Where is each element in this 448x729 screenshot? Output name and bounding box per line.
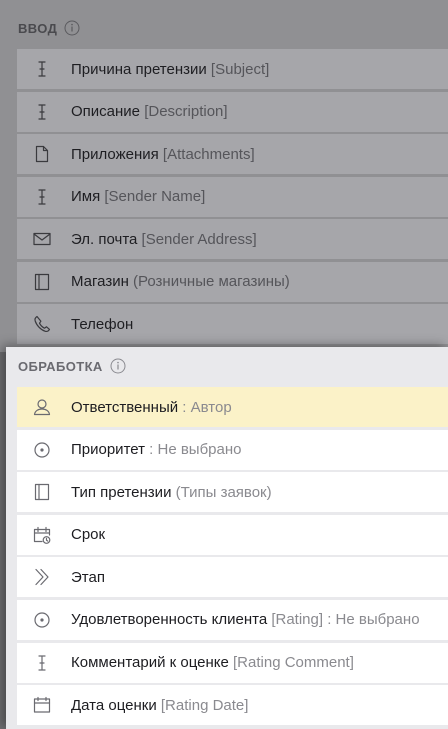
field-name: Этап [71, 568, 105, 586]
process-field-row-6[interactable]: Комментарий к оценке [Rating Comment] [17, 642, 448, 683]
field-name: Дата оценки [71, 696, 157, 714]
field-name: Ответственный [71, 398, 179, 416]
process-field-list: Ответственный : Автор Приоритет : Не выбр… [17, 387, 448, 728]
field-label: Магазин (Розничные магазины) [71, 273, 290, 290]
process-field-row-3[interactable]: Срок [17, 514, 448, 555]
user-icon [30, 395, 54, 419]
field-name: Магазин [71, 273, 129, 290]
input-field-row-1[interactable]: Описание [Description] [17, 91, 448, 132]
field-label: Описание [Description] [71, 103, 228, 120]
field-name: Описание [71, 103, 141, 120]
text-cursor-icon [30, 651, 54, 675]
field-name: Причина претензии [71, 60, 207, 78]
field-label: Приложения [Attachments] [71, 146, 255, 163]
field-detail: : Автор [178, 398, 232, 416]
text-cursor-icon [30, 57, 54, 81]
field-name: Срок [71, 526, 106, 544]
input-field-row-0[interactable]: Причина претензии [Subject] [17, 49, 448, 89]
field-label: Приоритет : Не выбрано [71, 441, 241, 458]
field-name: Комментарий к оценке [71, 654, 229, 672]
book-icon [30, 480, 54, 504]
input-field-row-5[interactable]: Магазин (Розничные магазины) [17, 261, 448, 302]
input-section-title: ВВОД [18, 20, 58, 36]
field-detail: [Description] [140, 103, 228, 120]
book-icon [30, 270, 54, 294]
process-section: ОБРАБОТКА Ответственный : Автор Приоритет… [6, 347, 448, 729]
field-detail: [Rating] : Не выбрано [267, 611, 420, 629]
process-field-row-5[interactable]: Удовлетворенность клиента [Rating] : Не … [17, 599, 448, 640]
field-label: Эл. почта [Sender Address] [71, 231, 257, 248]
envelope-icon [30, 227, 54, 251]
field-label: Дата оценки [Rating Date] [71, 697, 248, 714]
field-name: Телефон [71, 315, 134, 333]
process-field-row-2[interactable]: Тип претензии (Типы заявок) [17, 472, 448, 513]
field-detail: (Розничные магазины) [128, 273, 290, 290]
field-label: Телефон [71, 316, 133, 333]
input-field-list: Причина претензии [Subject] Описание [Des… [17, 49, 448, 347]
process-field-row-0[interactable]: Ответственный : Автор [17, 387, 448, 427]
info-icon[interactable] [110, 358, 126, 374]
chevron-right-icon [30, 565, 54, 589]
phone-icon [30, 312, 54, 336]
field-label: Тип претензии (Типы заявок) [71, 484, 272, 501]
radio-icon [30, 608, 54, 632]
field-label: Удовлетворенность клиента [Rating] : Не … [71, 611, 420, 628]
field-detail: [Attachments] [158, 145, 255, 163]
input-field-row-6[interactable]: Телефон [17, 304, 448, 344]
calendar-clock-icon [30, 523, 54, 547]
field-name: Тип претензии [71, 483, 172, 501]
process-field-row-7[interactable]: Дата оценки [Rating Date] [17, 685, 448, 726]
field-detail: [Rating Date] [156, 696, 249, 714]
process-field-row-4[interactable]: Этап [17, 557, 448, 598]
input-section-header: ВВОД [0, 0, 448, 48]
text-cursor-icon [30, 100, 54, 124]
text-cursor-icon [30, 185, 54, 209]
process-field-row-1[interactable]: Приоритет : Не выбрано [17, 429, 448, 470]
field-name: Приоритет [71, 441, 145, 459]
field-label: Этап [71, 569, 105, 586]
field-name: Приложения [71, 145, 159, 163]
field-name: Имя [71, 188, 101, 205]
field-detail: (Типы заявок) [171, 483, 272, 501]
field-detail: : Не выбрано [144, 441, 242, 459]
field-label: Срок [71, 526, 105, 543]
field-detail: [Sender Name] [100, 188, 206, 205]
process-section-title: ОБРАБОТКА [18, 358, 103, 374]
input-field-row-2[interactable]: Приложения [Attachments] [17, 134, 448, 174]
input-field-row-4[interactable]: Эл. почта [Sender Address] [17, 219, 448, 259]
info-icon[interactable] [64, 20, 80, 36]
field-detail: [Sender Address] [137, 230, 257, 248]
input-section: ВВОД Причина претензии [Subject] Описание… [0, 0, 448, 352]
field-label: Ответственный : Автор [71, 399, 232, 416]
field-name: Эл. почта [71, 230, 138, 248]
field-label: Комментарий к оценке [Rating Comment] [71, 654, 354, 671]
radio-icon [30, 438, 54, 462]
calendar-icon [30, 693, 54, 717]
process-section-header: ОБРАБОТКА [6, 347, 448, 383]
field-detail: [Rating Comment] [228, 654, 354, 672]
file-icon [30, 142, 54, 166]
field-name: Удовлетворенность клиента [71, 611, 268, 629]
field-label: Причина претензии [Subject] [71, 61, 269, 78]
field-label: Имя [Sender Name] [71, 188, 205, 205]
field-detail: [Subject] [206, 60, 270, 78]
input-field-row-3[interactable]: Имя [Sender Name] [17, 176, 448, 217]
